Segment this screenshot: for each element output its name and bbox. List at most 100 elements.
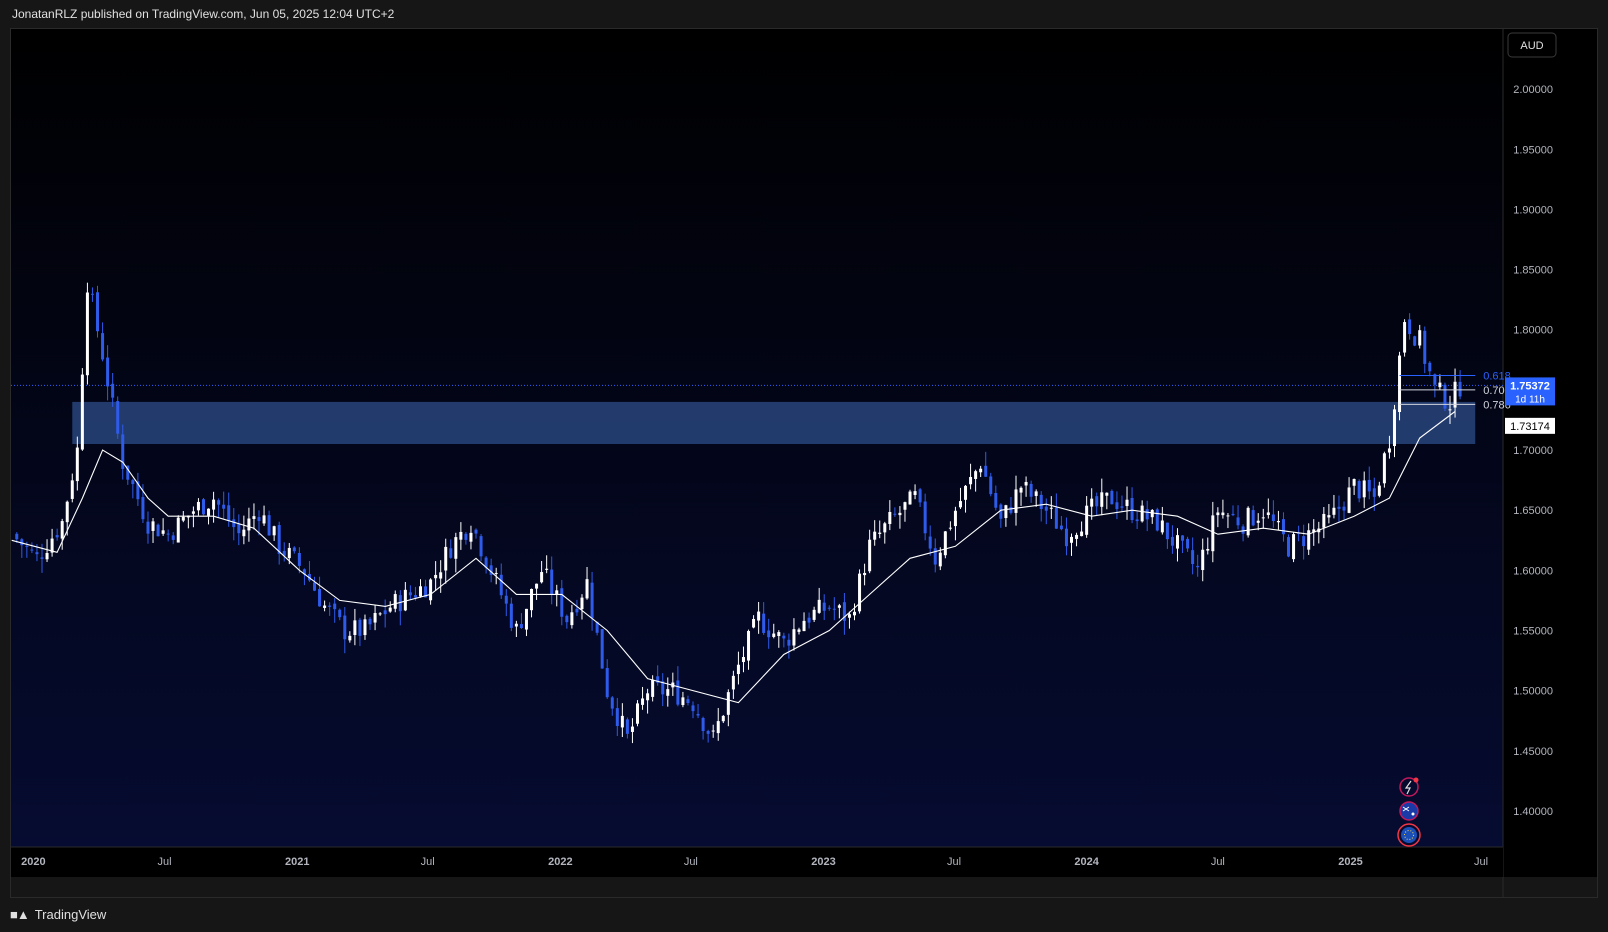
candle-body bbox=[333, 603, 337, 610]
candle-body bbox=[469, 532, 473, 542]
candle-body bbox=[80, 374, 84, 450]
candle-body bbox=[575, 608, 579, 613]
candle-body bbox=[1029, 483, 1033, 497]
candle-body bbox=[1110, 490, 1114, 505]
candle-body bbox=[1105, 492, 1109, 496]
candle-body bbox=[837, 605, 841, 608]
ma-price-label: 1.73174 bbox=[1510, 421, 1550, 433]
candle-body bbox=[1322, 513, 1326, 528]
candle-body bbox=[328, 605, 332, 607]
candle-body bbox=[994, 493, 998, 508]
candle-body bbox=[1372, 488, 1376, 497]
candle-body bbox=[45, 552, 49, 560]
x-tick-label: 2022 bbox=[548, 856, 572, 868]
candle-body bbox=[1398, 355, 1402, 413]
euro-flag-icon[interactable] bbox=[1397, 823, 1421, 847]
candle-body bbox=[131, 480, 135, 485]
candle-body bbox=[30, 549, 34, 551]
candle-body bbox=[96, 292, 100, 332]
candle-body bbox=[106, 357, 110, 387]
candle-body bbox=[212, 499, 216, 510]
y-tick-label: 1.95000 bbox=[1513, 144, 1553, 156]
candle-body bbox=[1216, 512, 1220, 516]
candle-body bbox=[413, 595, 417, 598]
candle-body bbox=[878, 532, 882, 534]
candle-body bbox=[1211, 515, 1215, 552]
candle-body bbox=[1039, 494, 1043, 510]
bar-countdown-label: 1d 11h bbox=[1515, 394, 1545, 405]
candle-body bbox=[363, 619, 367, 636]
x-tick-label: 2020 bbox=[21, 856, 45, 868]
tradingview-logo-icon: ■▲ bbox=[10, 906, 30, 922]
candle-body bbox=[908, 491, 912, 505]
candle-body bbox=[888, 511, 892, 524]
candle-body bbox=[353, 620, 357, 635]
candle-body bbox=[1201, 549, 1205, 571]
candle-body bbox=[373, 613, 377, 623]
chart-background bbox=[11, 29, 1503, 877]
candle-body bbox=[343, 615, 347, 640]
candle-body bbox=[1392, 409, 1396, 447]
candle-body bbox=[1160, 520, 1164, 533]
candle-body bbox=[721, 715, 725, 722]
candle-body bbox=[1196, 565, 1200, 568]
candle-body bbox=[1150, 510, 1154, 518]
currency-button[interactable]: AUD bbox=[1507, 32, 1557, 58]
candle-body bbox=[585, 579, 589, 599]
candle-body bbox=[388, 607, 392, 612]
y-tick-label: 1.40000 bbox=[1513, 806, 1553, 818]
candle-body bbox=[666, 689, 670, 696]
candle-body bbox=[1014, 489, 1018, 513]
candle-body bbox=[928, 536, 932, 549]
candle-body bbox=[257, 517, 261, 521]
footer-brand[interactable]: ■▲ TradingView bbox=[10, 904, 106, 924]
candle-body bbox=[55, 535, 59, 538]
candle-body bbox=[726, 692, 730, 715]
time-axis-background bbox=[11, 847, 1503, 877]
candle-body bbox=[156, 524, 160, 537]
candle-body bbox=[1080, 531, 1084, 537]
y-tick-label: 1.90000 bbox=[1513, 204, 1553, 216]
candle-body bbox=[297, 553, 301, 566]
candle-body bbox=[757, 611, 761, 621]
candle-body bbox=[731, 675, 735, 690]
candle-body bbox=[620, 715, 624, 728]
x-tick-label: Jul bbox=[421, 856, 435, 868]
candle-body bbox=[782, 635, 786, 639]
candle-body bbox=[1095, 496, 1099, 507]
candle-body bbox=[923, 501, 927, 534]
candle-body bbox=[1135, 519, 1139, 522]
candle-body bbox=[600, 629, 604, 669]
candle-body bbox=[464, 533, 468, 540]
australia-flag-icon[interactable] bbox=[1399, 801, 1419, 821]
candle-body bbox=[701, 717, 705, 732]
x-tick-label: 2023 bbox=[811, 856, 835, 868]
candle-body bbox=[610, 697, 614, 709]
candle-body bbox=[550, 569, 554, 595]
candle-body bbox=[418, 586, 422, 597]
candle-body bbox=[1125, 499, 1129, 507]
candle-body bbox=[1054, 507, 1058, 529]
candle-body bbox=[1367, 479, 1371, 492]
chart-frame[interactable]: 0.618 0.702 0.786 2.00000 1.95000 1.90000 1.8… bbox=[10, 28, 1598, 898]
candle-body bbox=[1145, 509, 1149, 520]
candle-body bbox=[348, 635, 352, 641]
price-chart[interactable]: 0.6180.7020.786 2.000001.950001.900001.8… bbox=[11, 29, 1597, 897]
candle-body bbox=[494, 572, 498, 574]
candle-body bbox=[75, 447, 79, 482]
candle-body bbox=[1271, 514, 1275, 522]
candle-body bbox=[368, 618, 372, 625]
candle-body bbox=[1140, 505, 1144, 522]
candle-body bbox=[1382, 453, 1386, 484]
candle-body bbox=[504, 595, 508, 604]
candle-body bbox=[1246, 507, 1250, 536]
candle-body bbox=[434, 574, 438, 579]
candle-body bbox=[741, 657, 745, 663]
candle-body bbox=[15, 533, 19, 540]
candle-body bbox=[958, 501, 962, 508]
candle-body bbox=[1342, 506, 1346, 511]
candle-body bbox=[847, 614, 851, 618]
candle-body bbox=[176, 517, 180, 543]
candle-body bbox=[802, 620, 806, 632]
candle-body bbox=[1090, 498, 1094, 507]
